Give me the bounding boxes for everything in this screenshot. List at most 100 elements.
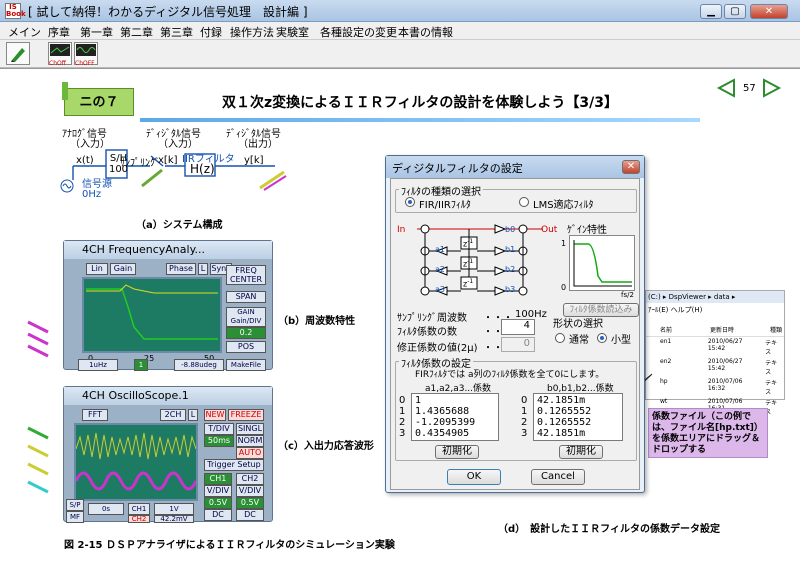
- ribbon-icon: [62, 82, 68, 100]
- a-index: 0 1 2 3: [399, 395, 406, 439]
- menu-intro[interactable]: 序章: [48, 24, 70, 40]
- gain-button[interactable]: Gain: [110, 263, 136, 275]
- close-button[interactable]: ✕: [750, 4, 788, 19]
- probe-icons-freq: [27, 320, 49, 358]
- probe-icon-1: [141, 168, 163, 188]
- cancel-button[interactable]: Cancel: [531, 469, 585, 485]
- ch1-button[interactable]: CH1: [204, 473, 232, 485]
- small-label: 小型: [611, 335, 631, 346]
- sp-button[interactable]: S/P: [66, 499, 84, 511]
- b-coef-area[interactable]: 42.1851m 0.1265552 0.1265552 42.1851m: [533, 393, 623, 441]
- filter-structure-diagram: [417, 224, 543, 296]
- l-button[interactable]: L: [198, 263, 208, 275]
- next-page-icon[interactable]: [760, 78, 782, 98]
- normal-radio[interactable]: [555, 333, 565, 343]
- chapter-badge: ニの７: [64, 88, 134, 116]
- trigger-setup-button[interactable]: Trigger Setup: [204, 459, 264, 471]
- gain-1: 1: [561, 239, 567, 248]
- gaindiv-button[interactable]: GAIN Gain/DIV: [226, 307, 266, 327]
- dc1-button[interactable]: DC: [204, 509, 232, 521]
- fir-radio[interactable]: [405, 197, 415, 207]
- scope-panel-title: 4CH OscilloScope.1: [64, 387, 272, 405]
- time-value: 50ms: [204, 435, 234, 447]
- norm-button[interactable]: NORM: [236, 435, 264, 447]
- b3-label: b3: [505, 285, 516, 294]
- ch2-button[interactable]: CH2: [236, 473, 264, 485]
- freq-foot-3: -8.88udeg: [174, 359, 224, 371]
- v2-value: 0.5V: [236, 497, 264, 509]
- span-button[interactable]: SPAN: [226, 291, 266, 303]
- caption-c: （c）入出力応答波形: [278, 441, 374, 452]
- menu-chapter3[interactable]: 第三章: [160, 24, 193, 40]
- explorer-row[interactable]: en1 2010/06/27 15:42 テキス: [646, 337, 784, 357]
- ok-button[interactable]: OK: [447, 469, 501, 485]
- pen-tool-button[interactable]: [6, 42, 30, 65]
- minimize-button[interactable]: ▁: [700, 4, 722, 19]
- menu-about[interactable]: 本書の情報: [398, 24, 453, 40]
- freq-analyzer-button[interactable]: ChOff: [48, 42, 72, 67]
- freq-center[interactable]: FREQ CENTER: [226, 265, 266, 285]
- gaindiv-value: 0.2: [226, 327, 266, 339]
- title-bar: IS Book [ 試して納得！わかるディジタル信号処理 設計編 ] ▁ ▢ ✕: [0, 0, 800, 22]
- digital-in-var: x[k]: [158, 155, 178, 166]
- filter-settings-dialog: ディジタルフィルタの設定 ✕ ﾌｨﾙﾀの種類の選択 FIR/IIRﾌｨﾙﾀ LM…: [385, 155, 645, 493]
- in-label: In: [397, 225, 406, 235]
- explorer-menu[interactable]: ｱｰﾙ(E) ヘルプ(H): [646, 303, 784, 315]
- prev-page-icon[interactable]: [716, 78, 738, 98]
- menu-chapter1[interactable]: 第一章: [80, 24, 113, 40]
- b2-label: b2: [505, 265, 516, 274]
- toolbar: ChOff ChOFF: [0, 40, 800, 68]
- init-b-button[interactable]: 初期化: [559, 445, 603, 459]
- digital-in-label: ﾃﾞｨｼﾞﾀﾙ信号 （入力）: [146, 129, 201, 150]
- lin-button[interactable]: Lin: [86, 263, 108, 275]
- menu-chapter2[interactable]: 第二章: [120, 24, 153, 40]
- a-coef-area[interactable]: 1 1.4365688 -1.2095399 0.4354905: [411, 393, 499, 441]
- page-number: 57: [743, 83, 756, 94]
- menu-lab[interactable]: 実験室: [276, 24, 309, 40]
- vdiv1-label: V/DIV: [204, 485, 232, 497]
- scope-panel: 4CH OscilloScope.1 FFT 2CH L NEW FREEZE …: [63, 386, 273, 523]
- freeze-button[interactable]: FREEZE: [228, 409, 264, 421]
- menu-operation[interactable]: 操作方法: [230, 24, 274, 40]
- caption-d: （d） 設計したＩＩＲフィルタの係数データ設定: [498, 524, 720, 535]
- singl-button[interactable]: SINGL: [236, 423, 264, 435]
- pos-button[interactable]: POS: [226, 341, 266, 353]
- explorer-cell: hp: [660, 378, 668, 385]
- fft-button[interactable]: FFT: [82, 409, 108, 421]
- init-a-button[interactable]: 初期化: [435, 445, 479, 459]
- dialog-close-button[interactable]: ✕: [622, 160, 640, 174]
- ch1-readout-label: CH1: [128, 503, 150, 515]
- makefile-button[interactable]: MakeFile: [226, 359, 266, 371]
- mod-input[interactable]: 0: [501, 337, 535, 352]
- auto-button[interactable]: AUTO: [236, 447, 264, 459]
- ch2-readout: 42.2mV: [154, 515, 194, 523]
- lms-radio[interactable]: [519, 197, 529, 207]
- ch-button[interactable]: 2CH: [160, 409, 186, 421]
- b1-label: b1: [505, 245, 516, 254]
- file-explorer: (C:) ▸ DspViewer ▸ data ▸ ｱｰﾙ(E) ヘルプ(H) …: [645, 290, 785, 416]
- explorer-row[interactable]: en2 2010/06/27 15:42 テキス: [646, 357, 784, 377]
- ncoef-label: ﾌｨﾙﾀ係数の数: [397, 327, 457, 338]
- menu-appendix[interactable]: 付録: [200, 24, 222, 40]
- dialog-body: ﾌｨﾙﾀの種類の選択 FIR/IIRﾌｨﾙﾀ LMS適応ﾌｨﾙﾀ In Out …: [390, 178, 640, 490]
- maximize-button[interactable]: ▢: [724, 4, 746, 19]
- menu-settings[interactable]: 各種設定の変更: [320, 24, 397, 40]
- menu-main[interactable]: メイン: [8, 24, 41, 40]
- page-title: 双１次z変換によるＩＩＲフィルタの設計を体験しよう【3/3】: [221, 95, 619, 111]
- scope-l-button[interactable]: L: [188, 409, 198, 421]
- lms-label: LMS適応ﾌｨﾙﾀ: [533, 200, 594, 211]
- out-label: Out: [541, 225, 558, 235]
- explorer-cell: 2010/07/06 16:32: [707, 378, 743, 392]
- phase-button[interactable]: Phase: [166, 263, 196, 275]
- explorer-row[interactable]: hp 2010/07/06 16:32 テキス: [646, 377, 784, 397]
- vdiv2-label: V/DIV: [236, 485, 264, 497]
- dc2-button[interactable]: DC: [236, 509, 264, 521]
- ncoef-input[interactable]: 4: [501, 319, 535, 335]
- source-label: 信号源 0Hz: [82, 179, 112, 200]
- mf-button[interactable]: MF: [66, 511, 84, 523]
- new-button[interactable]: NEW: [204, 409, 226, 421]
- oscilloscope-button[interactable]: ChOFF: [74, 42, 98, 67]
- menu-bar: メイン 序章 第一章 第二章 第三章 付録 操作方法 実験室 各種設定の変更 本…: [0, 22, 800, 40]
- small-radio[interactable]: [597, 333, 607, 343]
- normal-label: 通常: [569, 335, 589, 346]
